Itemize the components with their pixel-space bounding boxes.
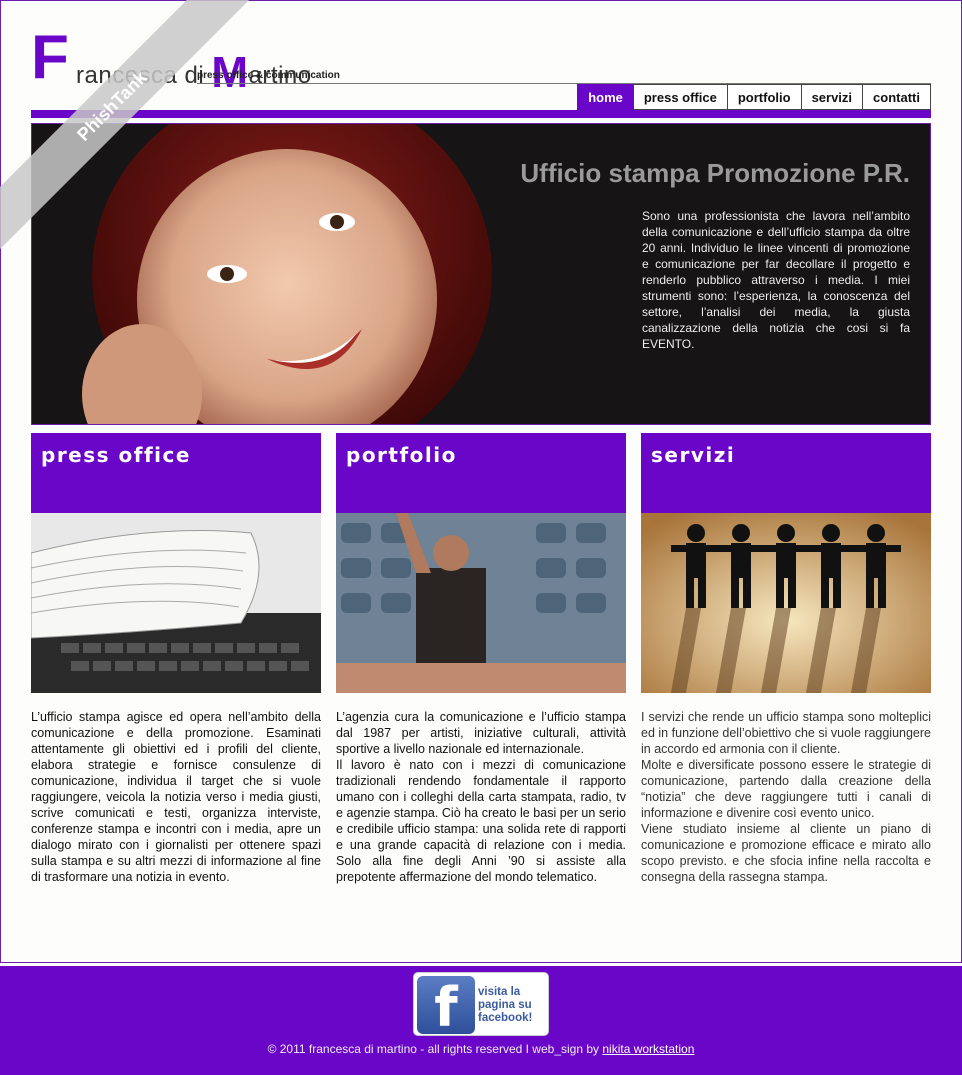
- servizi-column: servizi I servizi che rende un ufficio s…: [641, 433, 931, 885]
- main-nav: home press office portfolio servizi cont…: [577, 84, 931, 110]
- portfolio-column: portfolio L’agenzia cura la comunicazion…: [336, 433, 626, 885]
- nav-servizi[interactable]: servizi: [801, 84, 864, 110]
- header-accent-bar: [31, 110, 931, 118]
- press-office-text: L’ufficio stampa agisce ed opera nell’am…: [31, 710, 321, 884]
- paper-people-image: [641, 513, 931, 693]
- facebook-icon: f: [417, 976, 475, 1034]
- servizi-header[interactable]: servizi: [641, 433, 931, 513]
- hero-portrait-image: [32, 124, 502, 424]
- footer-copyright: © 2011 francesca di martino - all rights…: [267, 1042, 695, 1056]
- nav-contatti[interactable]: contatti: [863, 84, 931, 110]
- facebook-badge[interactable]: f visita la pagina su facebook!: [413, 972, 549, 1036]
- hero-description: Sono una professionista che lavora nell’…: [642, 209, 910, 351]
- press-office-column: press office L’ufficio stampa agisce ed …: [31, 433, 321, 885]
- nav-home[interactable]: home: [577, 84, 634, 110]
- site-footer: f visita la pagina su facebook! © 2011 f…: [0, 966, 962, 1075]
- press-office-title[interactable]: press office: [41, 443, 311, 467]
- nav-portfolio[interactable]: portfolio: [727, 84, 802, 110]
- credit-link[interactable]: nikita workstation: [602, 1042, 694, 1056]
- facebook-badge-label: visita la pagina su facebook!: [478, 986, 533, 1024]
- portfolio-text: L’agenzia cura la comunicazione e l’uffi…: [336, 710, 626, 884]
- logo-subtitle: press office & communication: [197, 70, 340, 81]
- concert-image: [336, 513, 626, 693]
- logo-initial: F: [31, 23, 69, 92]
- hero-banner: Ufficio stampa Promozione P.R. Sono una …: [31, 123, 931, 425]
- newspaper-keyboard-image: [31, 513, 321, 693]
- portfolio-title[interactable]: portfolio: [346, 443, 616, 467]
- servizi-text: I servizi che rende un ufficio stampa so…: [641, 710, 931, 884]
- portfolio-header[interactable]: portfolio: [336, 433, 626, 513]
- nav-press-office[interactable]: press office: [633, 84, 728, 110]
- hero-title: Ufficio stampa Promozione P.R.: [520, 158, 910, 188]
- servizi-title[interactable]: servizi: [651, 443, 921, 467]
- press-office-header[interactable]: press office: [31, 433, 321, 513]
